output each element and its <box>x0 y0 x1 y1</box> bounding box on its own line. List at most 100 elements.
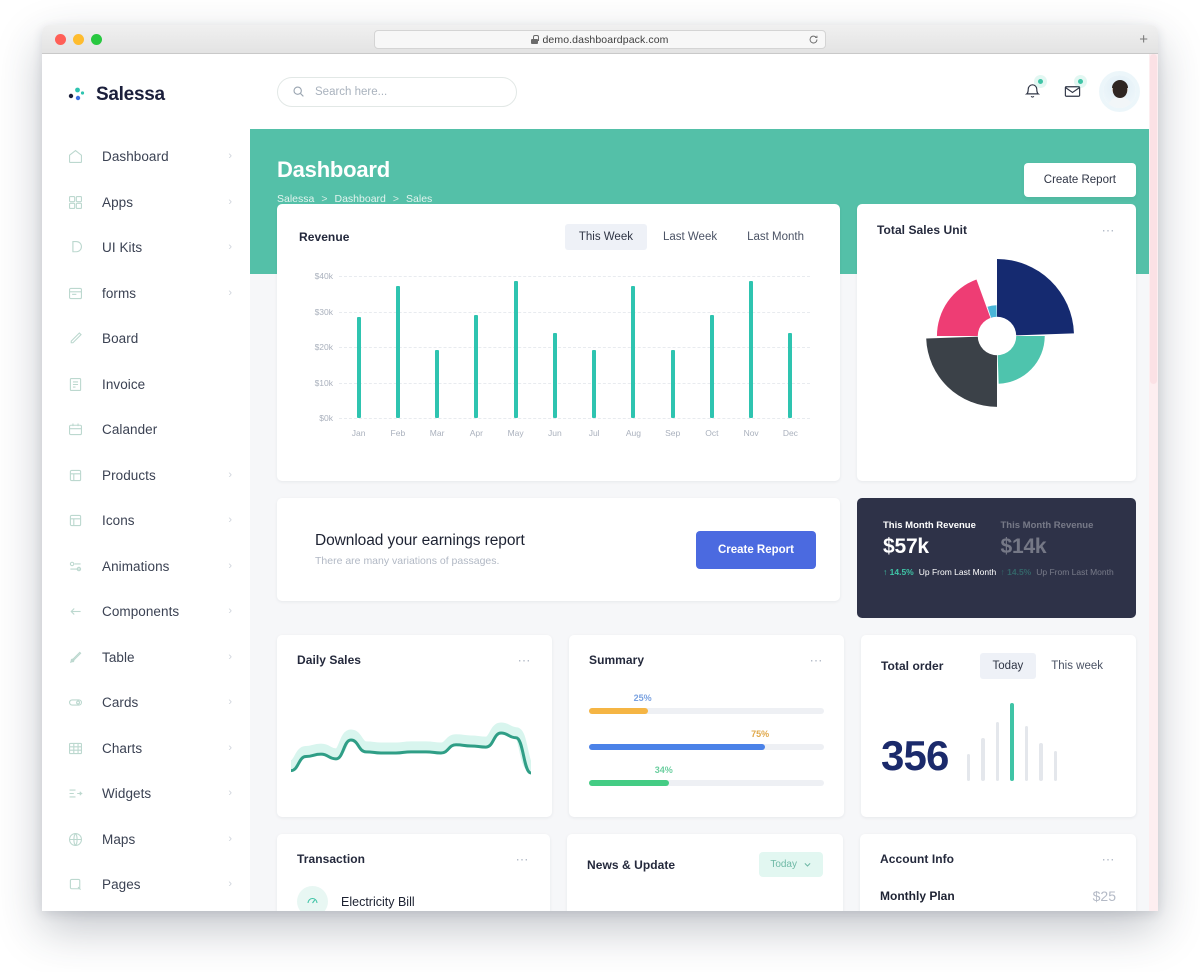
summary-title: Summary <box>589 653 645 667</box>
charts-icon <box>67 740 84 757</box>
sidebar-item-maps[interactable]: Maps › <box>42 817 250 863</box>
revenue-bar <box>552 333 557 418</box>
brand-logo[interactable]: Salessa <box>42 84 250 106</box>
sidebar-item-label: Widgets <box>102 786 152 802</box>
revenue-title: Revenue <box>299 230 350 244</box>
list-item[interactable]: Electricity Bill <box>297 886 530 911</box>
news-title: News & Update <box>587 857 676 872</box>
total-order-body: 356 <box>881 701 1116 781</box>
summary-track <box>589 780 824 786</box>
sidebar-item-label: forms <box>102 285 137 301</box>
topbar-actions <box>1023 75 1136 108</box>
minimize-window-button[interactable] <box>73 33 84 45</box>
sidebar-item-label: Charts <box>102 740 143 756</box>
sidebar-item-label: Icons <box>102 513 135 529</box>
revenue-bar <box>788 333 793 418</box>
daily-sales-card: Daily Sales ⋯ <box>277 635 552 817</box>
new-tab-button[interactable]: + <box>1139 32 1148 47</box>
x-tick-label: Apr <box>469 428 483 438</box>
sidebar-item-invoice[interactable]: Invoice <box>42 362 250 408</box>
revenue-bar <box>513 281 518 418</box>
create-report-button[interactable]: Create Report <box>1023 163 1136 197</box>
total-sales-unit-card: Total Sales Unit ⋯ <box>857 204 1136 481</box>
total-order-card: Total order Today This week 356 <box>861 635 1136 817</box>
sidebar-item-ui-kits[interactable]: UI Kits › <box>42 225 250 271</box>
chevron-right-icon: › <box>228 787 232 800</box>
sidebar-item-label: Cards <box>102 695 139 711</box>
browser-window: demo.dashboardpack.com + Salessa Dashboa… <box>42 25 1158 911</box>
revenue-bar <box>592 350 597 418</box>
address-bar[interactable]: demo.dashboardpack.com <box>374 30 826 49</box>
sidebar-item-icons[interactable]: Icons › <box>42 498 250 544</box>
sidebar-item-apps[interactable]: Apps › <box>42 180 250 226</box>
sidebar-item-components[interactable]: Components › <box>42 589 250 635</box>
bell-icon[interactable] <box>1023 75 1047 101</box>
y-tick-label: $30k <box>314 306 333 317</box>
sidebar-item-charts[interactable]: Charts › <box>42 726 250 772</box>
news-filter-dropdown[interactable]: Today <box>759 852 823 877</box>
dashboard-row-3: Daily Sales ⋯ Summary ⋯ 25% 75% 34% Tota… <box>277 635 1136 817</box>
maximize-window-button[interactable] <box>91 33 102 45</box>
chevron-right-icon: › <box>228 696 232 709</box>
total-order-bar <box>995 722 1000 781</box>
tab-this-week[interactable]: This week <box>1038 653 1116 679</box>
revenue-bar-column <box>339 276 378 418</box>
sidebar-item-label: Animations <box>102 558 170 574</box>
chevron-right-icon: › <box>228 241 232 254</box>
x-tick-label: Aug <box>625 428 641 438</box>
chevron-right-icon: › <box>228 150 232 163</box>
sidebar-item-board[interactable]: Board <box>42 316 250 362</box>
polar-area-chart <box>925 259 1074 407</box>
search-input[interactable] <box>315 85 502 98</box>
total-order-header: Total order Today This week <box>881 653 1116 679</box>
earnings-report-card: Download your earnings report There are … <box>277 498 840 601</box>
sidebar-item-widgets[interactable]: Widgets › <box>42 771 250 817</box>
tab-this-week[interactable]: This Week <box>564 224 647 250</box>
account-info-value: $25 <box>1092 888 1116 904</box>
tab-last-week[interactable]: Last Week <box>649 224 731 250</box>
tab-today[interactable]: Today <box>979 653 1037 679</box>
tab-last-month[interactable]: Last Month <box>733 224 818 250</box>
search-box[interactable] <box>277 76 517 107</box>
earnings-create-report-button[interactable]: Create Report <box>695 530 816 569</box>
vertical-scrollbar[interactable] <box>1149 54 1158 911</box>
sidebar-item-forms[interactable]: forms › <box>42 271 250 317</box>
total-order-bars <box>966 703 1116 781</box>
close-window-button[interactable] <box>55 33 66 45</box>
summary-fill <box>589 744 766 750</box>
scrollbar-thumb[interactable] <box>1150 54 1157 384</box>
dashboard-row-1: Revenue This Week Last Week Last Month $… <box>277 204 1136 481</box>
month-revenue-value: $14k <box>1000 535 1047 558</box>
products-icon <box>67 467 84 484</box>
sidebar-item-calander[interactable]: Calander <box>42 407 250 453</box>
browser-titlebar: demo.dashboardpack.com + <box>42 25 1158 54</box>
more-options-icon[interactable]: ⋯ <box>1102 224 1117 237</box>
sidebar-item-pages[interactable]: Pages › <box>42 862 250 908</box>
total-order-value: 356 <box>881 732 949 779</box>
daily-sales-title: Daily Sales <box>297 653 362 667</box>
more-options-icon[interactable]: ⋯ <box>516 853 531 866</box>
sidebar-item-label: Invoice <box>102 376 146 392</box>
x-tick-label: Nov <box>743 428 759 438</box>
envelope-icon[interactable] <box>1063 75 1087 101</box>
more-options-icon[interactable]: ⋯ <box>518 654 533 667</box>
sidebar-item-label: Pages <box>102 877 141 893</box>
ui-kit-icon <box>67 239 84 256</box>
sidebar-item-label: Board <box>102 331 139 347</box>
summary-header: Summary ⋯ <box>589 653 824 667</box>
sidebar-nav: Dashboard › Apps › UI Kits › forms › Boa… <box>42 134 250 908</box>
revenue-card-header: Revenue This Week Last Week Last Month <box>299 224 818 250</box>
transaction-card: Transaction ⋯ Electricity Bill <box>277 834 550 911</box>
avatar[interactable] <box>1103 75 1136 108</box>
sidebar-item-cards[interactable]: Cards › <box>42 680 250 726</box>
sidebar-item-products[interactable]: Products › <box>42 453 250 499</box>
chevron-right-icon: › <box>228 468 232 481</box>
reload-icon[interactable] <box>808 34 819 45</box>
sidebar-item-animations[interactable]: Animations › <box>42 544 250 590</box>
sidebar-item-table[interactable]: Table › <box>42 635 250 681</box>
widgets-icon <box>67 785 84 802</box>
sidebar-item-dashboard[interactable]: Dashboard › <box>42 134 250 180</box>
more-options-icon[interactable]: ⋯ <box>810 654 825 667</box>
more-options-icon[interactable]: ⋯ <box>1102 853 1117 866</box>
summary-fill <box>589 780 669 786</box>
